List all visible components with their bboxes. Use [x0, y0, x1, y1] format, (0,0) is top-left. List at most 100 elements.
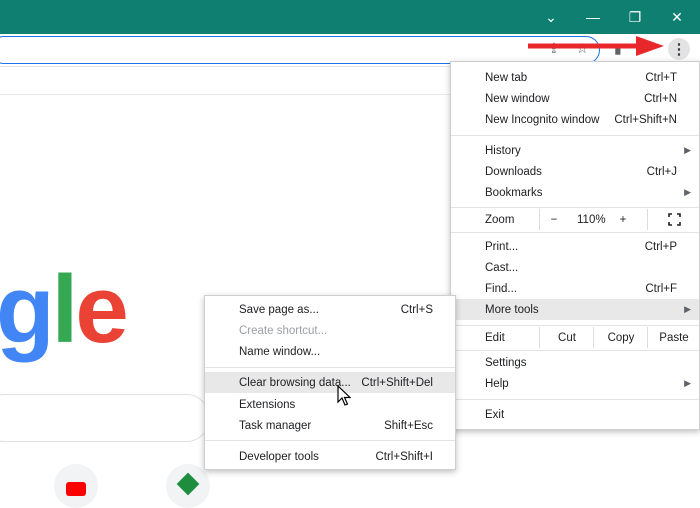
search-box[interactable]: [0, 394, 210, 442]
menu-item-label: Find...: [485, 282, 517, 295]
menu-item-settings[interactable]: Settings: [451, 352, 699, 373]
menu-separator: [451, 399, 699, 400]
menu-item-create-shortcut[interactable]: Create shortcut...: [205, 320, 455, 341]
menu-separator: [451, 350, 699, 351]
menu-item-find[interactable]: Find... Ctrl+F: [451, 278, 699, 299]
logo-letter: g: [0, 256, 55, 363]
menu-separator: [451, 232, 699, 233]
menu-item-label: Downloads: [485, 165, 542, 178]
minimize-glyph: —: [586, 9, 600, 25]
zoom-value: 110%: [577, 213, 606, 226]
menu-item-shortcut: Ctrl+N: [644, 92, 677, 105]
menu-item-new-tab[interactable]: New tab Ctrl+T: [451, 67, 699, 88]
menu-item-history[interactable]: History ▶: [451, 140, 699, 161]
menu-item-shortcut: Ctrl+F: [645, 282, 677, 295]
more-tools-submenu: Save page as... Ctrl+S Create shortcut...…: [204, 295, 456, 470]
menu-item-shortcut: Ctrl+T: [645, 71, 677, 84]
restore-glyph: ❐: [628, 8, 642, 25]
logo-letters: gle: [0, 256, 129, 363]
menu-item-clear-browsing-data[interactable]: Clear browsing data... Ctrl+Shift+Del: [205, 372, 455, 393]
menu-item-label: Settings: [485, 356, 527, 369]
menu-item-more-tools[interactable]: More tools ▶: [451, 299, 699, 320]
menu-item-label: Save page as...: [239, 303, 319, 316]
menu-item-cast[interactable]: Cast...: [451, 257, 699, 278]
menu-item-shortcut: Ctrl+S: [400, 303, 433, 316]
restore-icon[interactable]: ❐: [614, 0, 656, 34]
menu-item-label: Cast...: [485, 261, 519, 274]
menu-item-label: Exit: [485, 408, 505, 421]
menu-separator: [451, 207, 699, 208]
annotation-arrow: [528, 36, 664, 56]
mouse-cursor-icon: [337, 385, 351, 406]
zoom-in-label: +: [619, 213, 627, 226]
menu-item-shortcut: Ctrl+Shift+Del: [361, 376, 433, 389]
menu-item-save-page[interactable]: Save page as... Ctrl+S: [205, 299, 455, 320]
menu-item-shortcut: Shift+Esc: [384, 419, 433, 432]
menu-item-label: Name window...: [239, 345, 321, 358]
menu-item-shortcut: Ctrl+P: [644, 240, 677, 253]
title-bar: ⌄ — ❐ ✕: [0, 0, 700, 34]
menu-item-label: History: [485, 144, 521, 157]
menu-separator: [205, 440, 455, 441]
fullscreen-icon: [667, 213, 681, 226]
menu-item-print[interactable]: Print... Ctrl+P: [451, 236, 699, 257]
menu-item-developer-tools[interactable]: Developer tools Ctrl+Shift+I: [205, 446, 455, 467]
menu-item-label: New tab: [485, 71, 528, 84]
chrome-menu-icon[interactable]: ⋮: [668, 38, 690, 60]
menu-item-shortcut: Ctrl+Shift+I: [375, 450, 433, 463]
menu-item-new-window[interactable]: New window Ctrl+N: [451, 88, 699, 109]
minimize-icon[interactable]: —: [572, 0, 614, 34]
close-icon[interactable]: ✕: [656, 0, 698, 34]
logo-letter: e: [75, 256, 128, 363]
menu-item-label: Task manager: [239, 419, 312, 432]
paste-button[interactable]: Paste: [647, 327, 700, 348]
menu-item-downloads[interactable]: Downloads Ctrl+J: [451, 161, 699, 182]
menu-item-bookmarks[interactable]: Bookmarks ▶: [451, 182, 699, 203]
logo-letter: l: [51, 256, 79, 363]
close-glyph: ✕: [671, 8, 683, 25]
menu-item-label: Help: [485, 377, 509, 390]
menu-item-label: Create shortcut...: [239, 324, 328, 337]
menu-item-label: Bookmarks: [485, 186, 543, 199]
menu-item-name-window[interactable]: Name window...: [205, 341, 455, 362]
zoom-in-button[interactable]: +: [609, 209, 637, 230]
cut-label: Cut: [558, 331, 576, 344]
menu-item-label: Developer tools: [239, 450, 319, 463]
chevron-glyph: ⌄: [545, 8, 557, 25]
address-bar[interactable]: [0, 36, 600, 64]
submenu-arrow-icon: ▶: [684, 304, 691, 314]
menu-item-label: Print...: [485, 240, 519, 253]
chevron-down-icon[interactable]: ⌄: [530, 0, 572, 34]
menu-item-shortcut: Ctrl+Shift+N: [614, 113, 677, 126]
shortcut-tile[interactable]: [166, 464, 210, 508]
google-logo: gle: [0, 262, 129, 358]
menu-item-extensions[interactable]: Extensions: [205, 394, 455, 415]
menu-item-new-incognito[interactable]: New Incognito window Ctrl+Shift+N: [451, 109, 699, 130]
menu-separator: [451, 135, 699, 136]
menu-separator: [451, 325, 699, 326]
chrome-main-menu: New tab Ctrl+T New window Ctrl+N New Incog…: [450, 61, 700, 430]
menu-item-label: Clear browsing data...: [239, 376, 351, 389]
menu-item-label: New Incognito window: [485, 113, 600, 126]
menu-item-label: Extensions: [239, 398, 296, 411]
menu-item-help[interactable]: Help ▶: [451, 373, 699, 394]
submenu-arrow-icon: ▶: [684, 378, 691, 388]
menu-item-label: New window: [485, 92, 550, 105]
menu-item-edit: Edit Cut Copy Paste: [451, 327, 699, 348]
copy-button[interactable]: Copy: [593, 327, 648, 348]
menu-item-exit[interactable]: Exit: [451, 404, 699, 425]
zoom-out-button[interactable]: −: [539, 209, 568, 230]
menu-item-task-manager[interactable]: Task manager Shift+Esc: [205, 415, 455, 436]
paste-label: Paste: [659, 331, 689, 344]
shortcut-tile[interactable]: [54, 464, 98, 508]
submenu-arrow-icon: ▶: [684, 187, 691, 197]
zoom-out-label: −: [550, 213, 558, 226]
menu-item-shortcut: Ctrl+J: [646, 165, 677, 178]
menu-item-label: More tools: [485, 303, 539, 316]
cut-button[interactable]: Cut: [539, 327, 594, 348]
menu-item-label: Zoom: [485, 213, 515, 226]
fullscreen-button[interactable]: [647, 209, 700, 230]
menu-separator: [205, 367, 455, 368]
menu-item-zoom: Zoom − 110% +: [451, 209, 699, 230]
menu-item-label: Edit: [485, 331, 505, 344]
